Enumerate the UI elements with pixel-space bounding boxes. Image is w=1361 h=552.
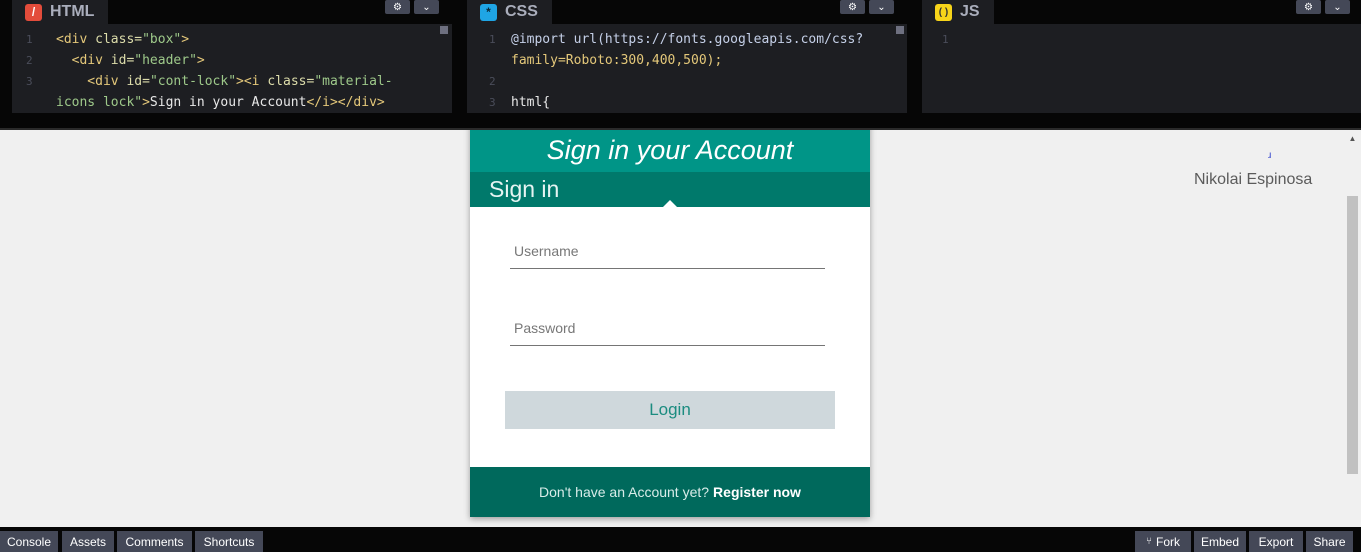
code-token: id= bbox=[110, 53, 135, 68]
html-icon: / bbox=[25, 3, 42, 21]
html-tab-label: HTML bbox=[50, 3, 95, 20]
username-input[interactable] bbox=[510, 227, 825, 268]
code-token: id= bbox=[126, 74, 150, 89]
js-tab[interactable]: ( ) JS bbox=[922, 0, 994, 24]
css-code[interactable]: 1 @import url(https://fonts.googleapis.c… bbox=[467, 29, 907, 113]
caret-notch-icon bbox=[663, 200, 677, 207]
code-token: </i></div> bbox=[306, 95, 385, 110]
result-preview: Sign in your Account Sign in Login Don't… bbox=[0, 130, 1361, 527]
code-line: 2 bbox=[467, 71, 907, 92]
assets-button[interactable]: Assets bbox=[62, 531, 114, 552]
password-input[interactable] bbox=[510, 304, 825, 345]
code-token: "cont-lock" bbox=[149, 74, 237, 89]
code-token: > bbox=[196, 53, 205, 68]
code-token: @import url(https://fonts.googleapis.com… bbox=[511, 32, 864, 47]
editor-area: / HTML ⚙ ⌄ 1 <div class= "box" > 2 <div id… bbox=[0, 0, 1361, 113]
code-token: "header" bbox=[134, 53, 197, 68]
fork-label: Fork bbox=[1156, 534, 1180, 549]
css-icon: * bbox=[480, 3, 497, 21]
html-tab[interactable]: / HTML bbox=[12, 0, 109, 24]
code-line: 3 html{ bbox=[467, 92, 907, 113]
code-token: > bbox=[181, 32, 190, 47]
code-token: icons lock" bbox=[56, 95, 143, 110]
footer-question: Don't have an Account yet? bbox=[539, 484, 710, 500]
comments-button[interactable]: Comments bbox=[117, 531, 192, 552]
code-line: 3 <div id= "cont-lock" ><i class= "material… bbox=[12, 71, 452, 92]
decorative-glyph-icon: ɹ bbox=[1268, 150, 1272, 161]
card-footer: Don't have an Account yet? Register now bbox=[470, 467, 870, 517]
code-token: > bbox=[142, 95, 150, 110]
html-code[interactable]: 1 <div class= "box" > 2 <div id= "header" > … bbox=[12, 29, 452, 113]
fork-button[interactable]: ⑂ Fork bbox=[1135, 531, 1191, 552]
line-number-wrap bbox=[12, 92, 56, 113]
header-title: Sign in your Account bbox=[546, 134, 794, 165]
card-header: Sign in your Account bbox=[470, 130, 870, 172]
js-editor-panel[interactable]: ( ) JS ⚙ ⌄ 1 bbox=[922, 0, 1361, 113]
code-token: ><i bbox=[236, 74, 268, 89]
html-settings-gear-icon[interactable]: ⚙ bbox=[385, 0, 410, 14]
html-tab-bar: / HTML ⚙ ⌄ bbox=[12, 0, 452, 24]
shortcuts-button[interactable]: Shortcuts bbox=[195, 531, 263, 552]
code-line: family=Roboto:300,400,500); bbox=[467, 50, 907, 71]
js-settings-gear-icon[interactable]: ⚙ bbox=[1296, 0, 1321, 14]
code-line: icons lock" > Sign in your Account </i></di… bbox=[12, 92, 452, 113]
css-editor-panel[interactable]: * CSS ⚙ ⌄ 1 @import url(https://fonts.go… bbox=[467, 0, 907, 113]
code-line: 1 @import url(https://fonts.googleapis.c… bbox=[467, 29, 907, 50]
scrollbar-thumb[interactable] bbox=[1347, 196, 1358, 474]
console-button[interactable]: Console bbox=[0, 531, 58, 552]
line-number: 1 bbox=[26, 33, 33, 46]
code-line: 1 bbox=[922, 29, 1361, 50]
bottom-bar: Console Assets Comments Shortcuts ⑂ Fork… bbox=[0, 527, 1361, 552]
html-chevron-down-icon[interactable]: ⌄ bbox=[414, 0, 439, 14]
code-line: 1 <div class= "box" > bbox=[12, 29, 452, 50]
js-tab-bar: ( ) JS ⚙ ⌄ bbox=[922, 0, 1361, 24]
code-token: class= bbox=[267, 74, 315, 89]
css-settings-gear-icon[interactable]: ⚙ bbox=[840, 0, 865, 14]
html-editor-panel[interactable]: / HTML ⚙ ⌄ 1 <div class= "box" > 2 <div id… bbox=[12, 0, 452, 113]
register-link[interactable]: Register now bbox=[713, 484, 801, 500]
css-tab-bar: * CSS ⚙ ⌄ bbox=[467, 0, 907, 24]
line-number: 2 bbox=[489, 75, 496, 88]
code-token: family=Roboto:300,400,500); bbox=[511, 53, 723, 68]
line-number: 3 bbox=[26, 75, 33, 88]
code-line: 2 <div id= "header" > bbox=[12, 50, 452, 71]
resize-divider[interactable] bbox=[0, 113, 1361, 130]
embed-button[interactable]: Embed bbox=[1194, 531, 1246, 552]
css-tab[interactable]: * CSS bbox=[467, 0, 552, 24]
code-token: "box" bbox=[142, 32, 182, 47]
preview-scrollbar[interactable]: ▲ bbox=[1344, 130, 1361, 527]
code-token: html{ bbox=[511, 95, 551, 110]
js-chevron-down-icon[interactable]: ⌄ bbox=[1325, 0, 1350, 14]
password-field[interactable] bbox=[510, 304, 825, 346]
username-field[interactable] bbox=[510, 227, 825, 269]
fork-icon: ⑂ bbox=[1146, 536, 1152, 547]
author-name: Nikolai Espinosa bbox=[1194, 171, 1313, 188]
line-number: 3 bbox=[489, 96, 496, 109]
export-button[interactable]: Export bbox=[1249, 531, 1303, 552]
code-token: Sign in your Account bbox=[149, 95, 307, 110]
code-token: <div bbox=[56, 32, 96, 47]
signin-label: Sign in bbox=[489, 176, 560, 202]
code-token: <div bbox=[56, 74, 127, 89]
js-icon: ( ) bbox=[935, 3, 952, 21]
code-token: class= bbox=[95, 32, 143, 47]
line-number: 1 bbox=[942, 33, 949, 46]
line-number: 1 bbox=[489, 33, 496, 46]
login-button[interactable]: Login bbox=[505, 391, 835, 429]
js-tab-label: JS bbox=[960, 3, 980, 20]
scroll-up-arrow-icon[interactable]: ▲ bbox=[1344, 134, 1361, 146]
code-token: "material- bbox=[314, 74, 393, 89]
css-tab-label: CSS bbox=[505, 3, 538, 20]
share-button[interactable]: Share bbox=[1306, 531, 1353, 552]
line-number: 2 bbox=[26, 54, 33, 67]
css-chevron-down-icon[interactable]: ⌄ bbox=[869, 0, 894, 14]
line-number-wrap bbox=[467, 50, 511, 71]
js-code[interactable]: 1 bbox=[922, 29, 1361, 50]
code-token: <div bbox=[56, 53, 111, 68]
login-card: Sign in your Account Sign in Login Don't… bbox=[470, 130, 870, 517]
